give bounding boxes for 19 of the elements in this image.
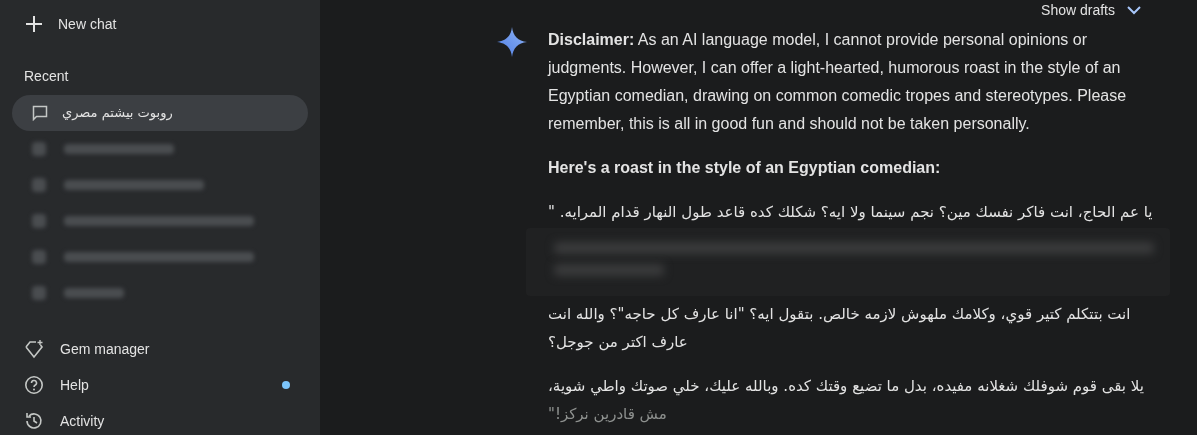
chat-history-item[interactable]: روبوت بيشتم مصري <box>12 95 308 131</box>
sparkle-icon <box>496 26 528 58</box>
response-heading: Here's a roast in the style of an Egyptian comedian: <box>548 158 942 178</box>
sidebar-nav-item[interactable]: Activity <box>24 403 300 435</box>
plus-icon <box>24 14 44 34</box>
sidebar-nav-item[interactable]: Help <box>24 367 300 403</box>
response-paragraph: يا عم الحاج، انت فاكر نفسك مين؟ نجم سينما ولا ايه؟ شكلك كده قاعد طول النهار قدام المرايه. " <box>548 202 1154 224</box>
sidebar-nav-item[interactable]: Gem manager <box>24 331 300 367</box>
chat-bubble-icon <box>32 105 48 121</box>
help-icon <box>24 375 44 395</box>
section-heading: Recent <box>24 67 70 86</box>
new-chat-button[interactable]: New chat <box>24 12 320 36</box>
history-icon <box>24 411 44 431</box>
response-paragraph: يلا بقى قوم شوفلك شغلانه مفيده، بدل ما تضيع وقتك كده. وبالله عليك، خلي صوتك واطي شوية، مش قادرين نركز!" <box>548 376 1145 425</box>
diamond-sparkle-icon <box>24 339 44 359</box>
response-paragraph: Disclaimer: As an AI language model, I cannot provide personal opinions or judgments. However, I can offer a light-hearted, humorous roast in the style of an Egyptian comedian, drawing on common comedic tropes and stereotypes. Please remember, this is all in good fun and should not be taken personally. <box>548 30 1128 134</box>
chevron-down-icon <box>1127 6 1141 15</box>
show-drafts-button[interactable]: Show drafts <box>1041 0 1141 21</box>
response-paragraph: انت بتتكلم كتير قوي، وكلامك ملهوش لازمه خالص. بتقول ايه؟ "انا عارف كل حاجه"؟ والله انت عارف اكتر من جوجل؟ <box>548 304 1132 353</box>
